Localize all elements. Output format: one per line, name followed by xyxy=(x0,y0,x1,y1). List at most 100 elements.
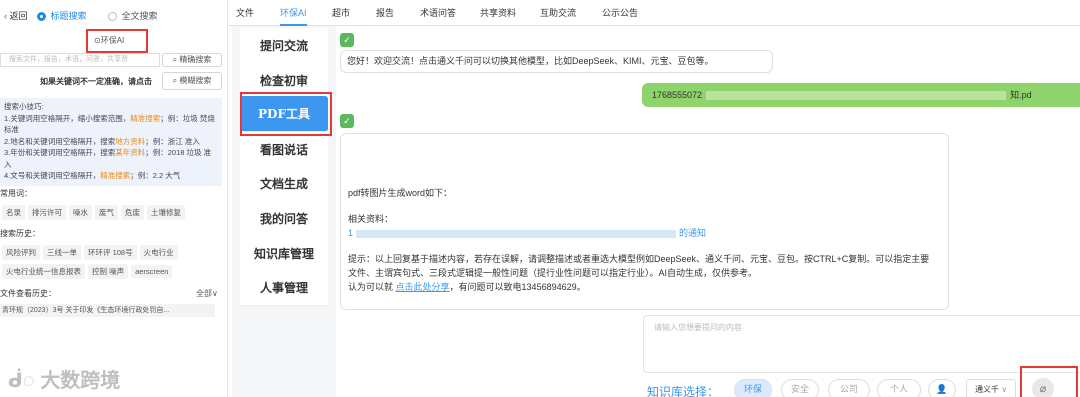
reply-hint: 提示：以上回复基于描述内容，若存在误解，请调整描述或者重选大模型例如DeepSe… xyxy=(348,254,930,278)
bot-avatar-icon: ✓ xyxy=(340,114,354,128)
search-history-list: 风险评判 三线一单 环环评 108号 火电行业火电行业统一信息报表 控制 噪声 aersc… xyxy=(2,245,202,283)
tag-item[interactable]: 环环评 108号 xyxy=(84,245,137,260)
blurred-filename xyxy=(706,91,1007,101)
tab-0[interactable]: 文件 xyxy=(236,0,254,26)
common-words-list: 名录 排污许可 噪水 废气 危废 土壤修复 xyxy=(2,205,226,224)
radio-unchecked-icon xyxy=(108,12,117,22)
tag-item[interactable]: 火电行业 xyxy=(139,245,178,260)
tip-pre: 1.关键词用空格隔开，缩小搜索范围， xyxy=(4,113,131,123)
tip-line: 3.年份和关键词用空格隔开，搜索某年资料；例：2018 垃圾 准入 xyxy=(4,147,218,170)
fuzzy-search-label: 模糊搜索 xyxy=(179,76,212,85)
tab-4[interactable]: 术语问答 xyxy=(420,0,456,26)
tip-line: 2.地名和关键词用空格隔开，搜索地方资料；例：浙江 准入 xyxy=(4,136,218,148)
tab-3[interactable]: 报告 xyxy=(376,0,394,26)
fuzzy-search-button[interactable]: ⌕ 模糊搜索 xyxy=(162,72,222,90)
tag-item[interactable]: aerscreen xyxy=(131,265,173,278)
search-input[interactable]: 搜索文件，报告，术语，问答，共享资 xyxy=(0,53,160,67)
search-history-label: 搜索历史： xyxy=(0,229,40,238)
tip-line: 4.文号和关键词用空格隔开，精准搜索；例：2.2 大气 xyxy=(4,170,218,182)
menu-item-4[interactable]: 文档生成 xyxy=(240,166,328,203)
kb-select-label: 知识库选择： xyxy=(647,385,720,397)
file-history-label: 文件查看历史： xyxy=(0,289,56,298)
back-button[interactable]: ‹ 返回 xyxy=(4,9,28,22)
user-file-bubble: 1768555072 知.pd xyxy=(642,83,1080,107)
search-mode-fulltext[interactable]: 全文搜索 xyxy=(108,9,158,22)
menu-item-6[interactable]: 知识库管理 xyxy=(240,235,328,272)
user-avatar-button[interactable]: 👤 xyxy=(928,379,956,397)
user-icon: 👤 xyxy=(936,385,948,395)
tag-item[interactable]: 名录 xyxy=(2,205,25,220)
model-value: 通义千 xyxy=(975,385,999,394)
tag-item[interactable]: 土壤修复 xyxy=(147,205,185,220)
question-placeholder: 请输入您想要提问的内容 xyxy=(654,323,742,332)
watermark-icon: ᑰ◌ xyxy=(8,370,41,392)
tab-2[interactable]: 超市 xyxy=(332,0,350,26)
file-history-item[interactable]: 青环规（2023）3号 关于印发《生态环境行政处罚自... xyxy=(0,304,215,317)
tip-hl: 精准搜索 xyxy=(130,113,161,123)
chevron-down-icon: ∨ xyxy=(999,385,1008,394)
precise-search-button[interactable]: ⌕ 精确搜索 xyxy=(162,53,222,67)
share-line: 认为可以就 点击此处分享，有问题可以致电13456894629。 xyxy=(348,280,948,294)
precise-search-label: 精确搜索 xyxy=(179,55,212,64)
tag-item[interactable]: 控制 噪声 xyxy=(88,264,129,279)
tag-item[interactable]: 排污许可 xyxy=(28,205,66,220)
category-select[interactable]: ⊙环保AI xyxy=(86,29,148,53)
search-placeholder: 搜索文件，报告，术语，问答，共享资 xyxy=(9,56,128,63)
watermark-text: 大数跨境 xyxy=(40,370,121,392)
kb-option-2[interactable]: 公司 xyxy=(828,379,870,397)
bot-greeting-bubble: 您好！欢迎交流！点击通义千问可以切换其他模型，比如DeepSeek、KIMI、元… xyxy=(340,50,773,73)
tag-item[interactable]: 危废 xyxy=(121,205,144,220)
tip-hl: 地方资料 xyxy=(115,136,146,146)
menu-item-3[interactable]: 看图说话 xyxy=(240,131,328,168)
related-link-end: 的通知 xyxy=(679,228,707,238)
chat-area: ✓ 您好！欢迎交流！点击通义千问可以切换其他模型，比如DeepSeek、KIMI… xyxy=(340,26,1080,397)
kb-option-0[interactable]: 环保 xyxy=(734,379,772,397)
share-pre: 认为可以就 xyxy=(348,282,394,292)
search-mode-title-label: 标题搜索 xyxy=(50,11,87,21)
tip-pre: 2.地名和关键词用空格隔开，搜索 xyxy=(4,136,116,146)
model-select[interactable]: 通义千 ∨ xyxy=(966,379,1016,397)
tag-item[interactable]: 三线一单 xyxy=(43,245,81,260)
file-history-all-dropdown[interactable]: 全部∨ xyxy=(196,288,218,299)
fuzzy-hint-text: 如果关键词不一定准确，请点击 xyxy=(40,77,152,86)
tag-item[interactable]: 废气 xyxy=(95,205,118,220)
category-value: ⊙环保AI xyxy=(94,36,125,45)
tab-7[interactable]: 公示公告 xyxy=(602,0,638,26)
menu-item-5[interactable]: 我的问答 xyxy=(240,201,328,237)
tip-hl: 某年资料 xyxy=(115,148,146,157)
tag-item[interactable]: 火电行业统一信息报表 xyxy=(2,264,85,279)
reply-intro: pdf转图片生成word如下： xyxy=(348,188,453,198)
tip-pre: 4.文号和关键词用空格隔开， xyxy=(4,171,101,180)
tip-post: ；例：2.2 大气 xyxy=(130,171,181,180)
tip-pre: 3.年份和关键词用空格隔开，搜索 xyxy=(4,148,116,157)
app-root: ‹ 返回 标题搜索 全文搜索 ⊙环保AI 搜索文件，报告，术语，问答，共享资 ⌕… xyxy=(0,0,1080,397)
search-tips-box: 搜索小技巧: 1.关键词用空格隔开，缩小搜索范围，精准搜索；例：垃圾 焚烧 标准… xyxy=(0,98,222,186)
search-mode-title[interactable]: 标题搜索 xyxy=(37,9,87,22)
kb-option-1[interactable]: 安全 xyxy=(781,379,819,397)
blurred-link-text xyxy=(356,229,677,238)
share-post: ，有问题可以致电13456894629。 xyxy=(449,282,586,292)
share-link[interactable]: 点击此处分享 xyxy=(396,282,450,292)
tab-1[interactable]: 环保AI xyxy=(280,0,307,26)
tips-list: 1.关键词用空格隔开，缩小搜索范围，精准搜索；例：垃圾 焚烧 标准 2.地名和关键… xyxy=(4,113,218,182)
tag-item[interactable]: 噪水 xyxy=(69,205,92,220)
question-input[interactable]: 请输入您想要提问的内容 xyxy=(643,315,1080,373)
tips-title: 搜索小技巧: xyxy=(4,102,44,111)
related-label: 相关资料： xyxy=(348,214,394,224)
attach-button[interactable]: ⌀ xyxy=(1032,378,1054,397)
back-label: 返回 xyxy=(9,11,28,21)
tag-item[interactable]: 风险评判 xyxy=(2,245,40,260)
watermark-logo: ᑰ◌ 大数跨境 xyxy=(8,364,120,393)
pdf-tool-highlight-box xyxy=(240,92,332,136)
tab-5[interactable]: 共享资料 xyxy=(480,0,516,26)
menu-item-7[interactable]: 人事管理 xyxy=(240,270,328,307)
top-tab-bar: 文件 环保AI 超市 报告 术语问答 共享资料 互助交流 公示公告 xyxy=(228,0,1080,26)
tip-post: ；例：浙江 准入 xyxy=(145,136,200,146)
related-link[interactable]: 1 的通知 xyxy=(348,226,948,240)
menu-item-0[interactable]: 提问交流 xyxy=(240,28,328,64)
left-search-panel: ‹ 返回 标题搜索 全文搜索 ⊙环保AI 搜索文件，报告，术语，问答，共享资 ⌕… xyxy=(0,0,228,397)
user-file-name-end: 知.pd xyxy=(1010,90,1032,100)
tab-6[interactable]: 互助交流 xyxy=(540,0,576,26)
kb-option-3[interactable]: 个人 xyxy=(877,379,921,397)
bot-avatar-icon: ✓ xyxy=(340,33,354,47)
